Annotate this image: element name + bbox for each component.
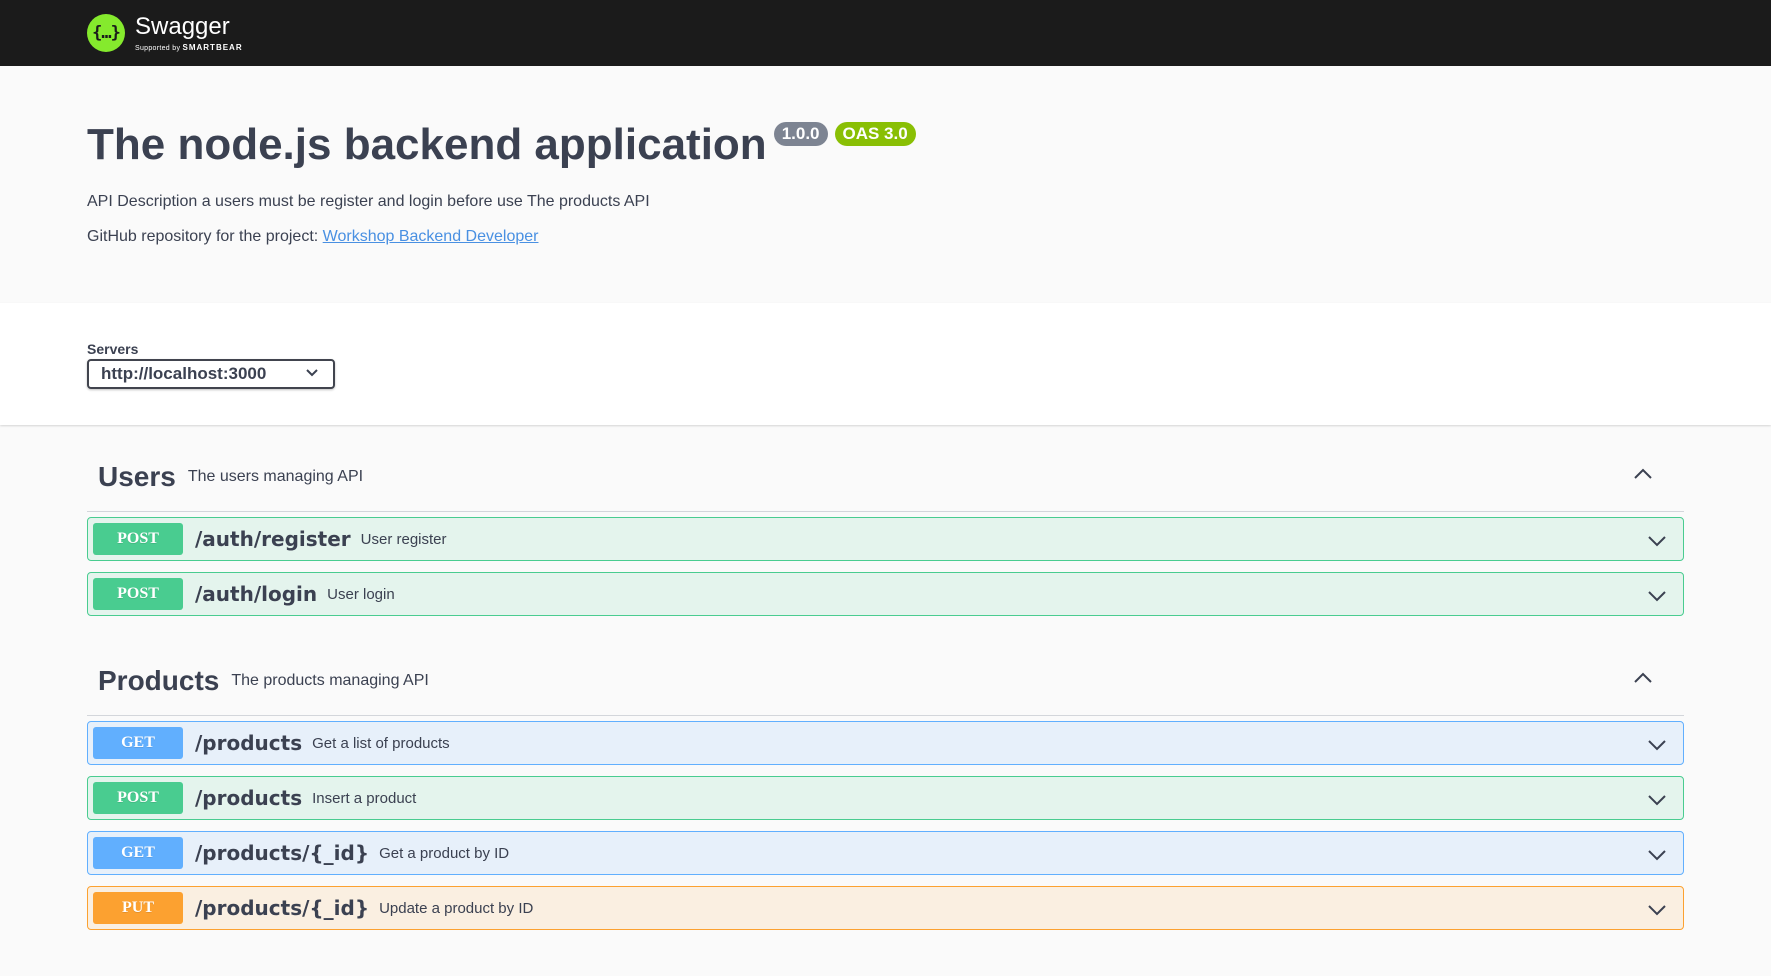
servers-selected-value: http://localhost:3000 [101, 364, 267, 383]
oas-badge: OAS 3.0 [834, 122, 916, 146]
brand-text: Swagger Supported by SMARTBEAR [135, 12, 243, 52]
tag-name: Users [98, 461, 176, 492]
operation-path: /products [195, 786, 303, 810]
repo-line: GitHub repository for the project: Works… [87, 228, 538, 246]
operation-path: /products/{_id} [195, 841, 370, 865]
chevron-down-icon [305, 366, 319, 383]
tag-header-users[interactable]: Users The users managing API [87, 443, 1684, 512]
repo-prefix: GitHub repository for the project: [87, 228, 323, 245]
operation-path: /auth/register [195, 527, 351, 551]
chevron-up-icon[interactable] [1632, 667, 1654, 694]
servers-label: Servers [87, 341, 139, 357]
title-row: The node.js backend application 1.0.0 OA… [87, 120, 916, 170]
version-badge: 1.0.0 [773, 122, 828, 146]
method-badge: PUT [93, 892, 183, 924]
tag-section-products: Products The products managing API GET /… [87, 647, 1684, 941]
operation-post-auth-login[interactable]: POST /auth/login User login [87, 572, 1684, 616]
operation-summary: Update a product by ID [379, 899, 534, 917]
method-badge: POST [93, 523, 183, 555]
tag-section-users: Users The users managing API POST /auth/… [87, 443, 1684, 627]
brand-name: Swagger [135, 12, 230, 40]
operation-path: /products [195, 731, 303, 755]
method-badge: POST [93, 578, 183, 610]
swagger-logo-icon: {…} [87, 14, 125, 52]
chevron-down-icon[interactable] [1647, 735, 1667, 760]
operation-post-auth-register[interactable]: POST /auth/register User register [87, 517, 1684, 561]
brand-sub-prefix: Supported by [135, 44, 181, 52]
repo-link[interactable]: Workshop Backend Developer [323, 228, 539, 245]
method-badge: POST [93, 782, 183, 814]
operation-summary: Get a list of products [312, 734, 450, 752]
operation-get-product-by-id[interactable]: GET /products/{_id} Get a product by ID [87, 831, 1684, 875]
tag-header-products[interactable]: Products The products managing API [87, 647, 1684, 716]
operation-summary: Insert a product [312, 789, 417, 807]
servers-section: Servers http://localhost:3000 [0, 303, 1771, 425]
chevron-down-icon[interactable] [1647, 790, 1667, 815]
chevron-down-icon[interactable] [1647, 845, 1667, 870]
operation-path: /products/{_id} [195, 896, 370, 920]
servers-select[interactable]: http://localhost:3000 [87, 359, 335, 389]
operation-get-products[interactable]: GET /products Get a list of products [87, 721, 1684, 765]
api-description: API Description a users must be register… [87, 193, 650, 210]
method-badge: GET [93, 727, 183, 759]
brand-sub-name: SMARTBEAR [182, 42, 243, 52]
chevron-down-icon[interactable] [1647, 531, 1667, 556]
operation-summary: Get a product by ID [379, 844, 510, 862]
tag-description: The users managing API [187, 468, 364, 485]
info-section: The node.js backend application 1.0.0 OA… [0, 66, 1771, 303]
chevron-up-icon[interactable] [1632, 463, 1654, 490]
operation-put-product-by-id[interactable]: PUT /products/{_id} Update a product by … [87, 886, 1684, 930]
chevron-down-icon[interactable] [1647, 586, 1667, 611]
page-title: The node.js backend application [87, 120, 767, 169]
tag-description: The products managing API [231, 672, 429, 689]
chevron-down-icon[interactable] [1647, 900, 1667, 925]
brand-sub: Supported by SMARTBEAR [135, 43, 243, 52]
tag-name: Products [98, 665, 220, 696]
operation-summary: User register [360, 530, 447, 548]
swagger-logo-link[interactable]: {…} Swagger Supported by SMARTBEAR [87, 14, 243, 52]
method-badge: GET [93, 837, 183, 869]
operation-post-products[interactable]: POST /products Insert a product [87, 776, 1684, 820]
topbar: {…} Swagger Supported by SMARTBEAR [0, 0, 1771, 66]
operation-summary: User login [327, 585, 395, 603]
operation-path: /auth/login [195, 582, 318, 606]
